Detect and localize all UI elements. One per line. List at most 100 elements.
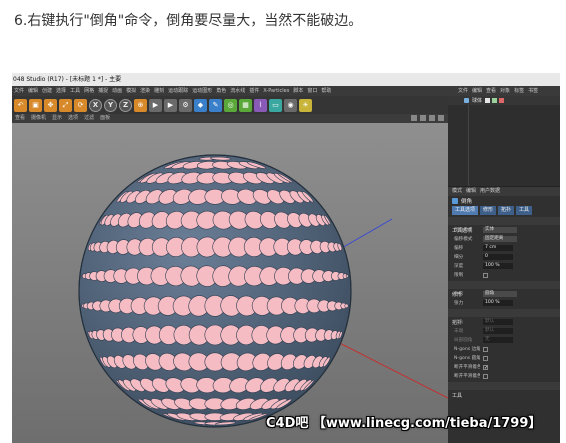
- menu-item[interactable]: 工具: [70, 86, 80, 96]
- menu-item[interactable]: 编辑: [28, 86, 38, 96]
- menu-item[interactable]: 窗口: [307, 86, 317, 96]
- attribute-value[interactable]: 7 cm: [483, 245, 513, 251]
- menu-item[interactable]: X-Particles: [263, 86, 289, 96]
- attribute-row: 外形 圆角: [448, 290, 560, 298]
- viewport-menu-item[interactable]: 摄像机: [31, 114, 46, 123]
- undo-icon[interactable]: ↶: [14, 98, 27, 112]
- section-topology[interactable]: 拓扑: [448, 309, 560, 326]
- attribute-menu-item[interactable]: 用户数据: [480, 187, 500, 196]
- attribute-checkbox[interactable]: [483, 272, 488, 278]
- viewport-menu-item[interactable]: 面板: [100, 114, 110, 123]
- subdivision-icon[interactable]: ◎: [224, 98, 237, 112]
- cube-icon[interactable]: ◆: [194, 98, 207, 112]
- render-picture-viewer-icon[interactable]: ▶: [164, 98, 177, 112]
- object-manager-menu-item[interactable]: 对象: [500, 86, 510, 96]
- z-axis-icon[interactable]: Z: [119, 98, 132, 112]
- attribute-value[interactable]: 100 %: [483, 300, 513, 306]
- menu-item[interactable]: 渲染: [140, 86, 150, 96]
- attribute-value[interactable]: 圆角: [483, 291, 517, 297]
- object-manager-menu-item[interactable]: 书签: [528, 86, 538, 96]
- section-shape[interactable]: 修形: [448, 281, 560, 298]
- viewport-menu-item[interactable]: 选项: [68, 114, 78, 123]
- attribute-subtab[interactable]: 工具: [516, 206, 533, 215]
- object-manager-menu-item[interactable]: 文件: [458, 86, 468, 96]
- object-manager-menu-item[interactable]: 查看: [486, 86, 496, 96]
- menu-item[interactable]: 选择: [56, 86, 66, 96]
- attribute-subtab[interactable]: 修形: [480, 206, 497, 215]
- attribute-row: 斜角 默认: [448, 318, 560, 326]
- attribute-checkbox[interactable]: [483, 346, 488, 352]
- viewport-menu-item[interactable]: 查看: [15, 114, 25, 123]
- sphere-face-polygon[interactable]: [345, 274, 349, 278]
- attribute-subtab[interactable]: 工具选项: [452, 206, 479, 215]
- y-axis-icon[interactable]: Y: [104, 98, 117, 112]
- rotate-icon[interactable]: ⟳: [74, 98, 87, 112]
- attribute-label: 限制: [454, 273, 464, 278]
- menu-item[interactable]: 雕刻: [154, 86, 164, 96]
- floor-icon[interactable]: ▭: [269, 98, 282, 112]
- menu-item[interactable]: 插件: [249, 86, 259, 96]
- z-axis-gizmo[interactable]: [339, 218, 393, 250]
- menu-item[interactable]: 网格: [84, 86, 94, 96]
- menu-item[interactable]: 帮助: [321, 86, 331, 96]
- menu-item[interactable]: 运动图形: [192, 86, 212, 96]
- attribute-value[interactable]: 默认: [483, 328, 513, 334]
- attribute-menu-item[interactable]: 模式: [452, 187, 462, 196]
- attribute-value[interactable]: 无: [483, 337, 513, 343]
- scale-icon[interactable]: ⤢: [59, 98, 72, 112]
- object-manager-menu-item[interactable]: 编辑: [472, 86, 482, 96]
- array-icon[interactable]: ▦: [239, 98, 252, 112]
- deformer-icon[interactable]: ⌇: [254, 98, 267, 112]
- sphere-face-polygon[interactable]: [344, 303, 349, 309]
- section-tool[interactable]: 工具: [448, 382, 560, 399]
- attribute-checkbox[interactable]: ✓: [483, 364, 488, 370]
- phong-tag-icon[interactable]: [499, 98, 505, 103]
- attribute-row: 断开平滑着色圆角✓: [448, 363, 560, 371]
- section-tool-options[interactable]: 工具选项: [448, 217, 560, 234]
- viewport-menu-item[interactable]: 显示: [52, 114, 62, 123]
- attribute-checkbox[interactable]: [483, 355, 488, 361]
- light-icon[interactable]: ☀: [299, 98, 312, 112]
- menu-item[interactable]: 脚本: [293, 86, 303, 96]
- attribute-value[interactable]: 100 %: [483, 263, 513, 269]
- attribute-menu-item[interactable]: 编辑: [466, 187, 476, 196]
- coordinate-system-icon[interactable]: ⊕: [134, 98, 147, 112]
- orbit-icon[interactable]: [429, 115, 435, 121]
- menu-item[interactable]: 动画: [112, 86, 122, 96]
- watermark: C4D吧 【www.linecg.com/tieba/1799】: [266, 416, 542, 431]
- attribute-value[interactable]: 实体: [483, 227, 517, 233]
- pen-icon[interactable]: ✎: [209, 98, 222, 112]
- render-settings-icon[interactable]: ⚙: [179, 98, 192, 112]
- enabled-check-icon[interactable]: [492, 98, 498, 103]
- attribute-subtab[interactable]: 拓扑: [498, 206, 515, 215]
- menu-item[interactable]: 运动跟踪: [168, 86, 188, 96]
- menu-item[interactable]: 流水线: [230, 86, 245, 96]
- move-icon[interactable]: ✥: [44, 98, 57, 112]
- render-view-icon[interactable]: ▶: [149, 98, 162, 112]
- live-selection-icon[interactable]: ▣: [29, 98, 42, 112]
- right-panel: 文件 编辑 查看 对象 标签 书签 球体 模式 编辑 用户数据 倒角 工具选项 修形 拓扑 工具 工…: [448, 86, 560, 443]
- pan-icon[interactable]: [411, 115, 417, 121]
- perspective-viewport[interactable]: [12, 123, 448, 443]
- menu-item[interactable]: 角色: [216, 86, 226, 96]
- menu-item[interactable]: 捕捉: [98, 86, 108, 96]
- menu-item[interactable]: 文件: [14, 86, 24, 96]
- attribute-row: 深度 100 %: [448, 262, 560, 270]
- object-row-sphere[interactable]: 球体: [448, 96, 560, 105]
- maximize-view-icon[interactable]: [438, 115, 444, 121]
- camera-icon[interactable]: ◉: [284, 98, 297, 112]
- attribute-checkbox[interactable]: [483, 373, 488, 379]
- viewport-menu-item[interactable]: 过滤: [84, 114, 94, 123]
- x-axis-icon[interactable]: X: [89, 98, 102, 112]
- attribute-value[interactable]: 默认: [483, 319, 513, 325]
- attribute-value[interactable]: 固定距离: [483, 236, 517, 242]
- attribute-row: N-gons 圆角: [448, 354, 560, 362]
- menu-item[interactable]: 模拟: [126, 86, 136, 96]
- object-manager-menu-item[interactable]: 标签: [514, 86, 524, 96]
- attribute-label: 斜角: [454, 320, 464, 325]
- menu-item[interactable]: 创建: [42, 86, 52, 96]
- attribute-value[interactable]: 0: [483, 254, 513, 260]
- visibility-icon[interactable]: [485, 98, 491, 103]
- zoom-icon[interactable]: [420, 115, 426, 121]
- window-title: 048 Studio (R17) - [未标题 1 *] - 主要: [12, 73, 560, 86]
